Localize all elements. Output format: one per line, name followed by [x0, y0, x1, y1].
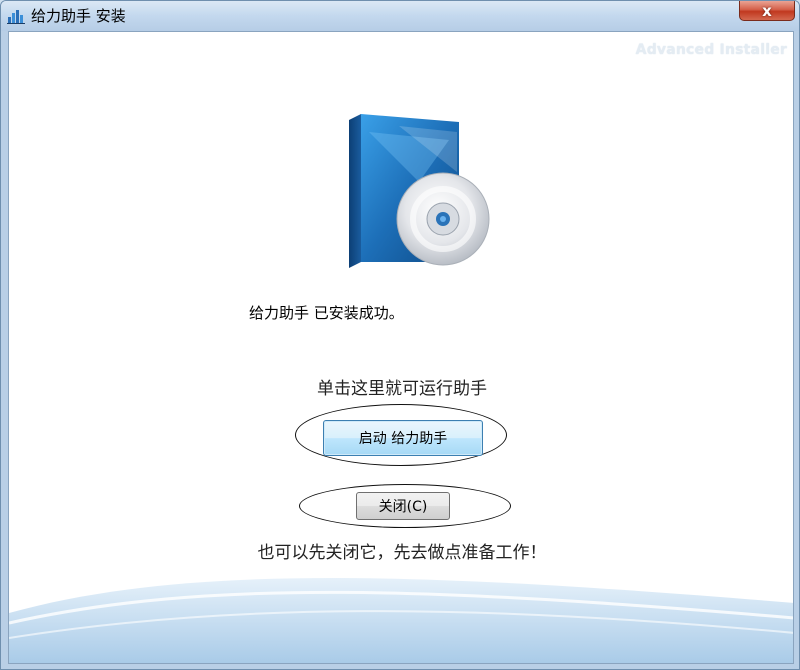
close-icon: x	[762, 1, 772, 20]
window-title: 给力助手 安装	[31, 7, 126, 25]
decorative-wave	[9, 578, 793, 663]
advanced-installer-watermark: Advanced Installer	[635, 42, 787, 58]
launch-hint: 单击这里就可运行助手	[317, 379, 487, 399]
app-chart-icon	[7, 10, 25, 24]
title-bar[interactable]: 给力助手 安装 x	[1, 1, 799, 31]
installer-content: Advanced Installer 给力助手 已安装成功。 单击这里就可运行助…	[8, 31, 794, 664]
installer-window: 给力助手 安装 x Advanced Installer 给力助手 已安装成功。…	[0, 0, 800, 670]
close-button[interactable]: 关闭(C)	[356, 492, 450, 520]
success-message: 给力助手 已安装成功。	[249, 304, 404, 322]
window-close-button[interactable]: x	[739, 1, 795, 21]
software-box-cd-icon	[349, 114, 490, 268]
launch-app-button[interactable]: 启动 给力助手	[323, 420, 483, 456]
